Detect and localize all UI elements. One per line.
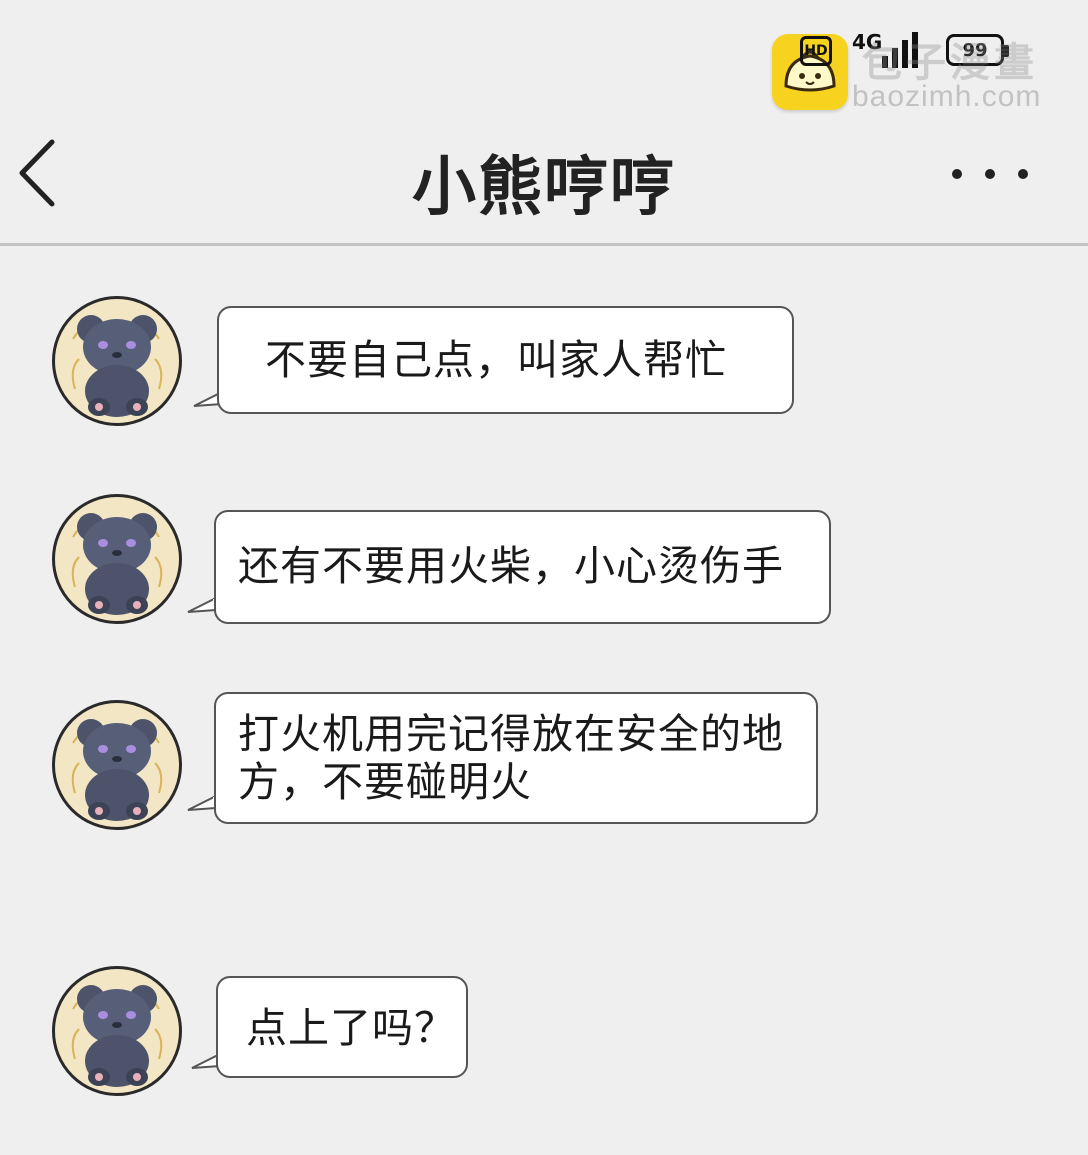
message-bubble[interactable]: 打火机用完记得放在安全的地方，不要碰明火 [214, 692, 818, 824]
dot [1018, 169, 1028, 179]
bubble-tail [187, 796, 216, 811]
message-bubble[interactable]: 还有不要用火柴，小心烫伤手 [214, 510, 831, 624]
header-divider [0, 243, 1088, 246]
chat-title: 小熊哼哼 [412, 151, 676, 225]
dot [985, 169, 995, 179]
bear-avatar-icon [59, 973, 175, 1089]
message-text: 不要自己点，叫家人帮忙 [265, 336, 727, 384]
bubble-tail [187, 598, 216, 613]
message-text: 打火机用完记得放在安全的地方，不要碰明火 [238, 710, 784, 806]
avatar[interactable] [52, 700, 182, 830]
message-bubble[interactable]: 点上了吗？ [216, 976, 468, 1078]
bear-avatar-icon [59, 303, 175, 419]
chat-header: 小熊哼哼 [0, 110, 1088, 244]
bear-avatar-icon [59, 501, 175, 617]
avatar[interactable] [52, 296, 182, 426]
avatar[interactable] [52, 966, 182, 1096]
dot [952, 169, 962, 179]
watermark-domain: baozimh.com [852, 80, 1042, 113]
avatar[interactable] [52, 494, 182, 624]
status-bar: HD 4G 99 包子漫畫 baozimh.com [0, 0, 1088, 113]
more-horizontal-icon[interactable] [952, 162, 1028, 186]
hd-badge: HD [800, 36, 832, 66]
message-bubble[interactable]: 不要自己点，叫家人帮忙 [217, 306, 794, 414]
message-text: 点上了吗？ [246, 1004, 456, 1052]
message-text: 还有不要用火柴，小心烫伤手 [238, 542, 784, 590]
bear-avatar-icon [59, 707, 175, 823]
